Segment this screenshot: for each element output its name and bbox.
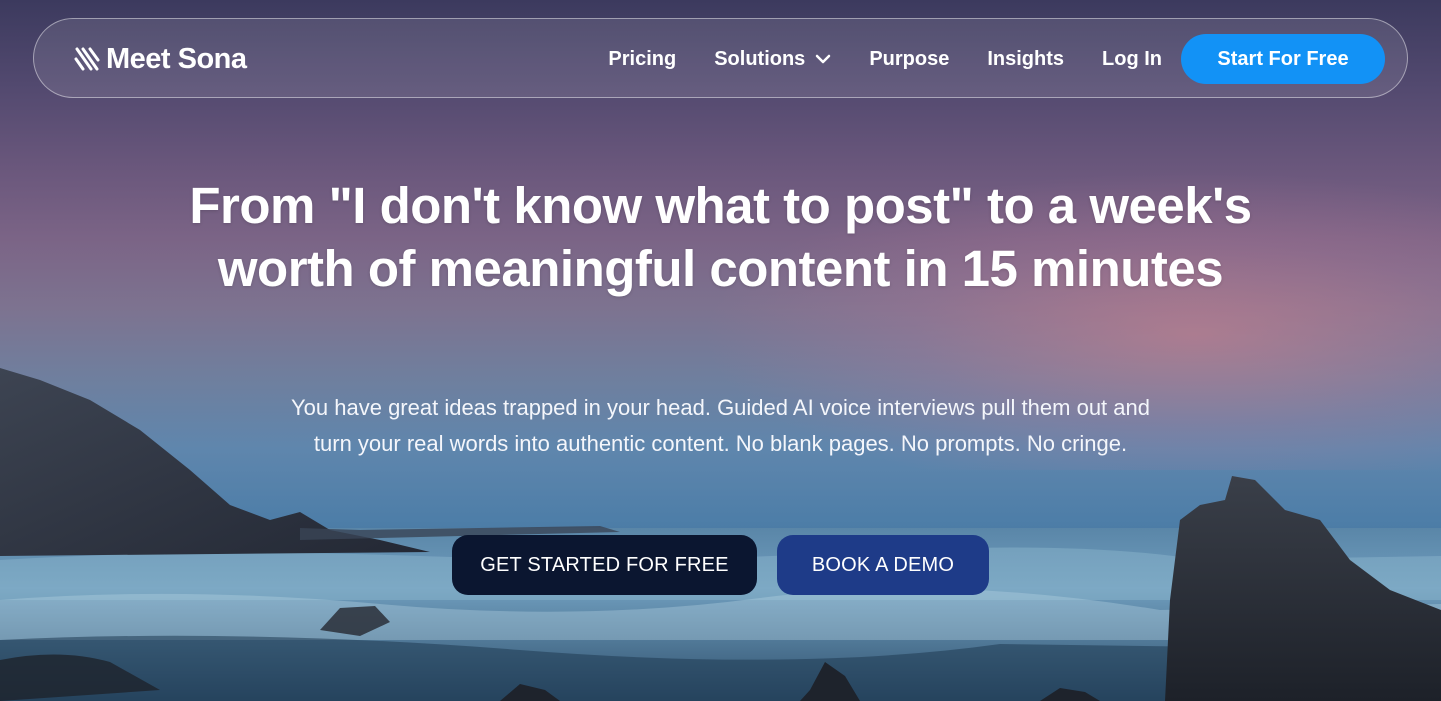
hero-section: Meet Sona Pricing Solutions Purpose Insi… [0, 0, 1441, 701]
nav-link-purpose[interactable]: Purpose [869, 48, 949, 71]
start-for-free-button[interactable]: Start For Free [1181, 34, 1385, 84]
nav-link-solutions[interactable]: Solutions [714, 48, 831, 71]
hero-buttons: GET STARTED FOR FREE BOOK A DEMO [452, 535, 989, 595]
book-demo-button[interactable]: BOOK A DEMO [777, 535, 989, 595]
nav-link-login[interactable]: Log In [1102, 48, 1162, 71]
hero-subheadline: You have great ideas trapped in your hea… [291, 395, 1150, 456]
nav-link-pricing[interactable]: Pricing [608, 48, 676, 71]
top-navigation-bar: Meet Sona Pricing Solutions Purpose Insi… [33, 18, 1408, 98]
nav-link-solutions-label: Solutions [714, 47, 806, 70]
brand-logo[interactable]: Meet Sona [74, 43, 247, 75]
nav-link-insights[interactable]: Insights [987, 48, 1064, 71]
get-started-button[interactable]: GET STARTED FOR FREE [452, 535, 757, 595]
coastal-background-image [0, 368, 1441, 701]
chevron-down-icon [816, 54, 831, 64]
brand-name: Meet Sona [106, 42, 247, 75]
hero-headline: From "I don't know what to post" to a we… [189, 177, 1252, 297]
stripes-logo-icon [74, 47, 100, 71]
nav-links: Pricing Solutions Purpose Insights Log I… [608, 34, 1385, 84]
